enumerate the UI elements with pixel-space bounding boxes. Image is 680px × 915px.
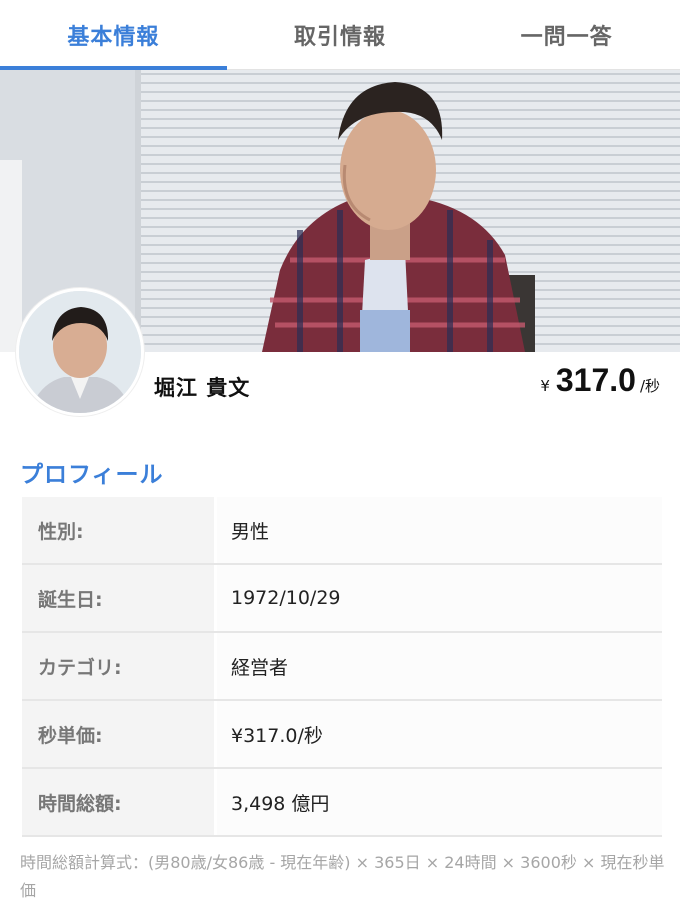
row-label: 性別: [22, 497, 214, 563]
price-per-second: ¥ 317.0 /秒 [540, 362, 660, 399]
currency-symbol: ¥ [540, 377, 550, 395]
table-row: 時間総額: 3,498 億円 [22, 769, 662, 837]
user-name: 堀江 貴文 [154, 376, 251, 400]
table-row: 秒単価: ¥317.0/秒 [22, 701, 662, 769]
table-row: カテゴリ: 経営者 [22, 633, 662, 701]
tab-trade-info[interactable]: 取引情報 [227, 0, 454, 69]
price-amount: 317.0 [555, 362, 636, 398]
row-label: カテゴリ: [22, 633, 214, 699]
price-unit: /秒 [639, 377, 660, 395]
row-value: 男性 [217, 497, 662, 563]
row-value: 経営者 [217, 633, 662, 699]
avatar [16, 288, 144, 416]
row-label: 秒単価: [22, 701, 214, 767]
row-value: ¥317.0/秒 [217, 701, 662, 767]
row-value: 3,498 億円 [217, 769, 662, 835]
section-title-profile: プロフィール [20, 462, 164, 488]
tab-basic-info[interactable]: 基本情報 [0, 0, 227, 70]
row-label: 時間総額: [22, 769, 214, 835]
formula-note: 時間総額計算式：(男80歳/女86歳 - 現在年齢) × 365日 × 24時間… [20, 853, 665, 900]
row-value: 1972/10/29 [217, 565, 662, 631]
table-row: 誕生日: 1972/10/29 [22, 565, 662, 633]
row-label: 誕生日: [22, 565, 214, 631]
tab-bar: 基本情報 取引情報 一問一答 [0, 0, 680, 70]
profile-table: 性別: 男性 誕生日: 1972/10/29 カテゴリ: 経営者 秒単価: ¥3… [22, 497, 662, 837]
tab-qa[interactable]: 一問一答 [453, 0, 680, 69]
table-row: 性別: 男性 [22, 497, 662, 565]
